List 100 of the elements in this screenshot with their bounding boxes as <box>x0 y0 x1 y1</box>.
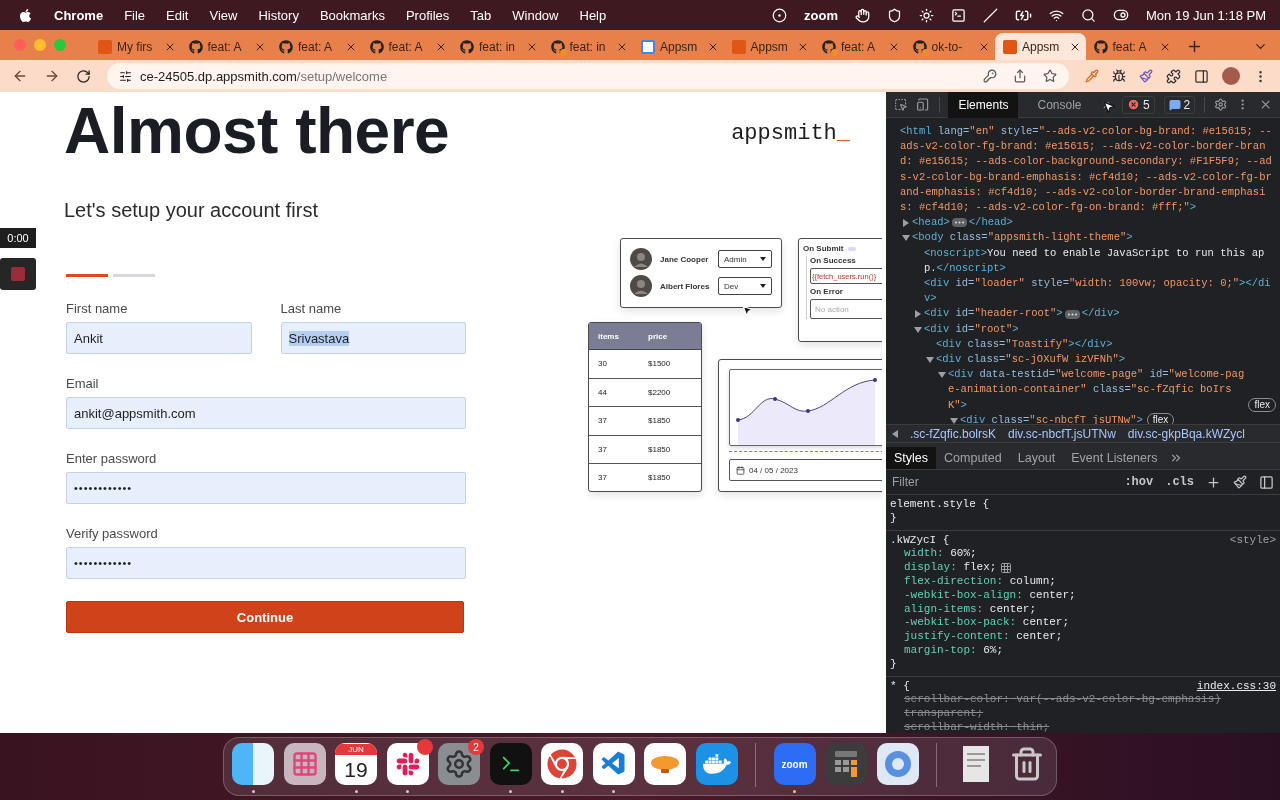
ellipsis-icon[interactable] <box>951 218 967 228</box>
avatar[interactable] <box>1222 67 1240 85</box>
reload-icon[interactable] <box>76 68 91 84</box>
code-editor-icon[interactable] <box>592 743 635 785</box>
password-field[interactable]: •••••••••••• <box>66 472 466 504</box>
error-count[interactable]: 5 <box>1121 95 1155 114</box>
browser-tab[interactable]: feat: A <box>361 33 452 60</box>
menu-item[interactable]: Tab <box>470 7 492 23</box>
slash-icon[interactable] <box>983 7 999 23</box>
menu-item[interactable]: Edit <box>166 7 189 23</box>
css-declaration[interactable]: -webkit-box-pack: center; <box>904 616 1070 631</box>
pipette-icon[interactable] <box>1085 69 1099 83</box>
dom-code[interactable]: </head> <box>968 215 1013 231</box>
css-declaration[interactable]: align-items: center; <box>904 602 1037 617</box>
css-selector[interactable]: element.style { <box>890 498 990 512</box>
menu-item[interactable]: Profiles <box>405 7 450 23</box>
scroll-left-icon[interactable] <box>892 429 898 438</box>
class-toggle[interactable]: .cls <box>1165 475 1194 489</box>
css-declaration[interactable]: flex-direction: column; <box>904 575 1056 589</box>
devtools-tab[interactable]: Console <box>1027 91 1092 118</box>
collapse-arrow-icon[interactable] <box>926 356 934 365</box>
hand-icon[interactable] <box>855 7 871 23</box>
browser-tab[interactable]: feat: A <box>814 33 905 60</box>
status-item[interactable]: zoom <box>804 7 839 23</box>
styles-tab[interactable]: Computed <box>936 447 1010 469</box>
role-dropdown[interactable]: Dev <box>718 277 772 295</box>
menu-item[interactable]: Window <box>512 7 559 23</box>
css-declaration[interactable]: display: flex; <box>904 561 997 575</box>
message-count[interactable]: 2 <box>1163 95 1196 114</box>
star-icon[interactable] <box>1043 69 1057 83</box>
password-field[interactable]: •••••••••••• <box>66 547 466 579</box>
dom-code[interactable]: <div id="header-root"> <box>924 306 1063 322</box>
expand-arrow-icon[interactable] <box>914 310 922 319</box>
blimp-icon[interactable] <box>644 743 686 785</box>
terminal-icon[interactable] <box>489 743 532 785</box>
dom-code[interactable]: <div class="sc-nbcfT jsUTNw"> <box>960 412 1143 424</box>
browser-tab[interactable]: feat: A <box>1085 33 1176 60</box>
hover-toggle[interactable]: :hov <box>1124 475 1154 489</box>
browser-tab[interactable]: My firs <box>90 33 181 60</box>
device-toggle-icon[interactable] <box>916 97 930 112</box>
inspect-icon[interactable] <box>894 97 908 112</box>
apple-icon[interactable] <box>18 7 33 23</box>
browser-tab[interactable]: feat: A <box>271 33 362 60</box>
terminal-icon[interactable] <box>951 7 967 23</box>
css-declaration[interactable]: margin-top: 6%; <box>904 643 1004 658</box>
dom-code[interactable]: <html lang="en" style="--ads-v2-color-bg-brand: #e15615; --ads-v2-color-fg-brand: #e15615; --ads-v2-color-border-brand: #e15615; --ads-color-background-secondary: #F1F5F9; --ads-v2-color-bg-brand-emphasis: #cf4d10; --ads-v2-color-fg-brand-emphasis: #cf4d10; --ads-v2-color-border-brand-emphasis: #cf4d10; --ads-v2-color-fg-on-brand: #fff;"> <box>900 124 1276 216</box>
browser-icon[interactable] <box>541 743 583 785</box>
menu-item[interactable]: Help <box>579 7 607 23</box>
menu-item[interactable]: File <box>124 7 146 23</box>
calculator-icon[interactable] <box>825 743 867 785</box>
settings-icon[interactable] <box>1214 97 1228 112</box>
menu-item[interactable]: Chrome <box>54 7 104 23</box>
menu-item[interactable]: View <box>209 7 238 23</box>
finder-icon[interactable] <box>232 743 274 785</box>
css-source[interactable]: index.css:30 <box>1196 679 1276 694</box>
bug-icon[interactable] <box>1112 69 1126 83</box>
dom-code[interactable]: </div> <box>1081 306 1120 322</box>
clock[interactable]: Mon 19 Jun 1:18 PM <box>1146 7 1266 23</box>
dom-code[interactable]: <div id="loader" style="width: 100vw; opacity: 0;"></div> <box>924 276 1276 307</box>
continue-button[interactable]: Continue <box>66 601 464 633</box>
css-declaration[interactable]: -webkit-box-align: center; <box>904 588 1076 603</box>
back-icon[interactable] <box>12 68 28 84</box>
css-declaration[interactable]: justify-content: center; <box>904 630 1063 644</box>
collapse-arrow-icon[interactable] <box>950 416 958 424</box>
slack-icon[interactable] <box>386 743 429 785</box>
sidebar-toggle-icon[interactable] <box>1259 474 1274 490</box>
sun-icon[interactable] <box>919 7 935 23</box>
new-tab-icon[interactable] <box>1186 38 1203 55</box>
menu-item[interactable]: Bookmarks <box>319 7 385 23</box>
browser-tab[interactable]: feat: in <box>452 33 543 60</box>
gear-icon[interactable] <box>438 743 480 785</box>
role-dropdown[interactable]: Admin <box>718 250 772 268</box>
browser-tab[interactable]: Appsm <box>723 33 814 60</box>
browser-tab[interactable]: ok-to- <box>904 33 995 60</box>
browser-icon[interactable] <box>876 743 919 785</box>
collapse-arrow-icon[interactable] <box>914 325 922 334</box>
input-field[interactable]: Srivastava <box>280 322 466 354</box>
wifi-icon[interactable] <box>1049 7 1065 23</box>
brush-icon[interactable] <box>1139 69 1153 83</box>
dom-code[interactable]: <div class="Toastify"></div> <box>936 336 1113 353</box>
forward-icon[interactable] <box>44 68 60 84</box>
breadcrumb[interactable]: div.sc-nbcfT.jsUTNw <box>1008 426 1116 441</box>
browser-tab[interactable]: Appsm <box>995 33 1086 60</box>
css-declaration[interactable]: scrollbar-color: var(--ads-v2-color-bg-emphasis) transparent; <box>904 693 1276 721</box>
css-source[interactable]: <style> <box>1229 533 1276 548</box>
flexbox-editor-icon[interactable] <box>1000 562 1013 575</box>
styles-tab[interactable]: Styles <box>886 447 937 469</box>
dom-code[interactable]: <div id="root"> <box>924 321 1019 337</box>
css-selector[interactable]: * { <box>890 679 910 694</box>
video-app-icon[interactable]: zoom <box>773 743 816 785</box>
css-declaration[interactable]: scrollbar-width: thin; <box>904 720 1050 733</box>
dom-code[interactable]: <div class="sc-jOXufW izVFNh"> <box>936 352 1126 368</box>
app-grid-icon[interactable] <box>283 743 326 785</box>
devtools-tab[interactable]: Elements <box>948 91 1019 118</box>
styles-tab[interactable]: Event Listeners <box>1063 447 1166 469</box>
address-bar[interactable]: ce-24505.dp.appsmith.com/setup/welcome <box>107 63 1069 89</box>
expand-arrow-icon[interactable] <box>902 219 910 228</box>
key-icon[interactable] <box>983 69 997 83</box>
browser-tab[interactable]: Appsm <box>633 33 724 60</box>
extensions-icon[interactable] <box>1166 68 1181 84</box>
